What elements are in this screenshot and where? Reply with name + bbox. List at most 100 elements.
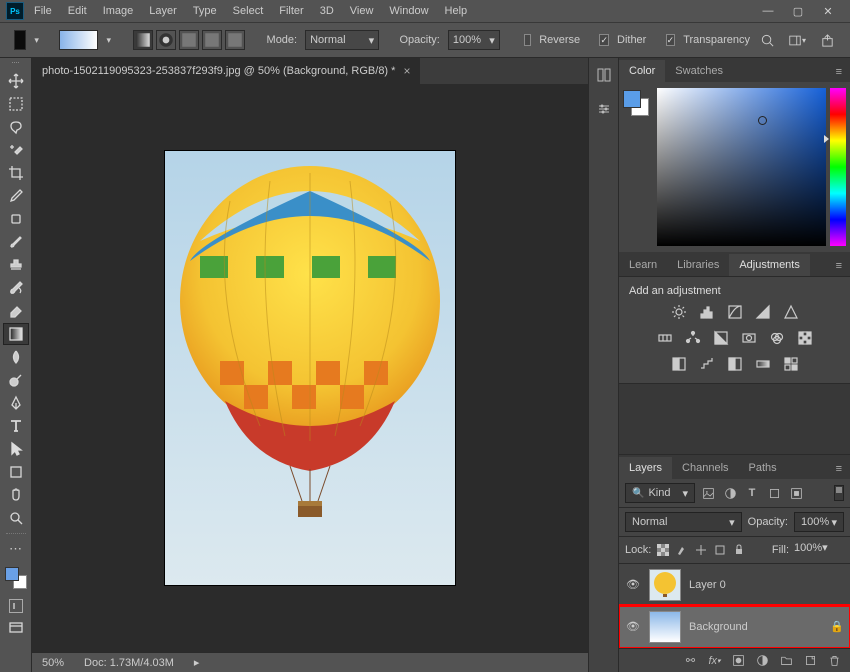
opacity-input[interactable]: 100%▾ [448,30,500,50]
zoom-level[interactable]: 50% [42,657,64,669]
layer-fill-input[interactable]: 100%▾ [794,541,844,559]
link-layers-icon[interactable]: ⚯ [683,653,698,668]
history-panel-icon[interactable] [593,64,615,86]
layer-fx-icon[interactable]: fx▾ [707,653,722,668]
filter-pixel-icon[interactable] [699,484,717,502]
brightness-icon[interactable] [669,303,689,321]
tab-swatches[interactable]: Swatches [665,60,733,82]
close-tab-icon[interactable]: × [403,64,410,78]
color-lookup-icon[interactable] [795,329,815,347]
delete-layer-icon[interactable] [827,653,842,668]
visibility-icon[interactable]: 👁 [625,620,641,633]
hue-icon[interactable] [655,329,675,347]
properties-panel-icon[interactable] [593,98,615,120]
gradient-picker[interactable] [59,30,98,50]
new-group-icon[interactable] [779,653,794,668]
minimize-button[interactable]: — [760,4,776,18]
close-button[interactable]: ✕ [820,4,836,18]
gradient-dropdown[interactable]: ▾ [106,36,112,45]
pen-tool[interactable] [3,392,29,414]
tool-preset-dropdown[interactable]: ▾ [34,36,40,45]
lock-artboard-icon[interactable] [713,543,727,557]
healing-tool[interactable] [3,208,29,230]
stamp-tool[interactable] [3,254,29,276]
menu-select[interactable]: Select [225,2,272,20]
tab-paths[interactable]: Paths [739,457,787,479]
screen-mode-button[interactable] [3,617,29,639]
layer-mask-icon[interactable] [731,653,746,668]
move-tool[interactable] [3,70,29,92]
share-icon[interactable] [818,31,836,49]
marquee-tool[interactable] [3,93,29,115]
layer-thumbnail[interactable] [649,611,681,643]
radial-gradient-button[interactable] [156,30,176,50]
selective-color-icon[interactable] [781,355,801,373]
edit-toolbar-button[interactable]: ⋯ [3,538,29,560]
layer-thumbnail[interactable] [649,569,681,601]
filter-smart-icon[interactable] [787,484,805,502]
eyedropper-tool[interactable] [3,185,29,207]
quick-mask-button[interactable] [3,596,29,616]
history-brush-tool[interactable] [3,277,29,299]
canvas-viewport[interactable] [32,84,588,652]
tab-adjustments[interactable]: Adjustments [729,254,810,276]
lock-all-icon[interactable] [732,543,746,557]
exposure-icon[interactable] [753,303,773,321]
tab-learn[interactable]: Learn [619,254,667,276]
menu-3d[interactable]: 3D [312,2,342,20]
new-layer-icon[interactable] [803,653,818,668]
dodge-tool[interactable] [3,369,29,391]
menu-view[interactable]: View [342,2,382,20]
panel-menu-icon[interactable]: ≡ [828,459,850,479]
zoom-tool[interactable] [3,507,29,529]
hand-tool[interactable] [3,484,29,506]
blend-mode-select[interactable]: Normal▾ [625,512,742,532]
linear-gradient-button[interactable] [133,30,153,50]
color-swatches[interactable] [3,565,29,591]
lasso-tool[interactable] [3,116,29,138]
vibrance-icon[interactable] [781,303,801,321]
dither-checkbox[interactable] [599,34,609,46]
tab-libraries[interactable]: Libraries [667,254,729,276]
tab-channels[interactable]: Channels [672,457,738,479]
visibility-icon[interactable]: 👁 [625,578,641,591]
blend-mode-select[interactable]: Normal▾ [305,30,379,50]
filter-type-icon[interactable]: T [743,484,761,502]
color-balance-icon[interactable] [683,329,703,347]
menu-filter[interactable]: Filter [271,2,311,20]
gradient-map-icon[interactable] [753,355,773,373]
transparency-checkbox[interactable] [666,34,676,46]
photo-filter-icon[interactable] [739,329,759,347]
reflected-gradient-button[interactable] [202,30,222,50]
bw-icon[interactable] [711,329,731,347]
filter-adjustment-icon[interactable] [721,484,739,502]
color-field[interactable] [657,88,826,246]
shape-tool[interactable] [3,461,29,483]
path-select-tool[interactable] [3,438,29,460]
menu-image[interactable]: Image [95,2,142,20]
tool-preset-picker[interactable] [14,30,26,50]
layer-row[interactable]: 👁 Layer 0 [619,564,850,606]
crop-tool[interactable] [3,162,29,184]
angle-gradient-button[interactable] [179,30,199,50]
lock-transparency-icon[interactable] [656,543,670,557]
filter-toggle[interactable] [834,485,844,501]
eraser-tool[interactable] [3,300,29,322]
color-fg-bg-swatch[interactable] [619,82,653,252]
type-tool[interactable] [3,415,29,437]
threshold-icon[interactable] [725,355,745,373]
panel-menu-icon[interactable]: ≡ [828,62,850,82]
new-adjustment-layer-icon[interactable] [755,653,770,668]
lock-position-icon[interactable] [694,543,708,557]
doc-info[interactable]: Doc: 1.73M/4.03M [84,657,174,669]
curves-icon[interactable] [725,303,745,321]
hue-slider[interactable] [830,88,846,246]
menu-help[interactable]: Help [437,2,476,20]
channel-mixer-icon[interactable] [767,329,787,347]
maximize-button[interactable]: ▢ [790,4,806,18]
search-icon[interactable] [758,31,776,49]
menu-edit[interactable]: Edit [60,2,95,20]
blur-tool[interactable] [3,346,29,368]
menu-layer[interactable]: Layer [141,2,185,20]
diamond-gradient-button[interactable] [225,30,245,50]
